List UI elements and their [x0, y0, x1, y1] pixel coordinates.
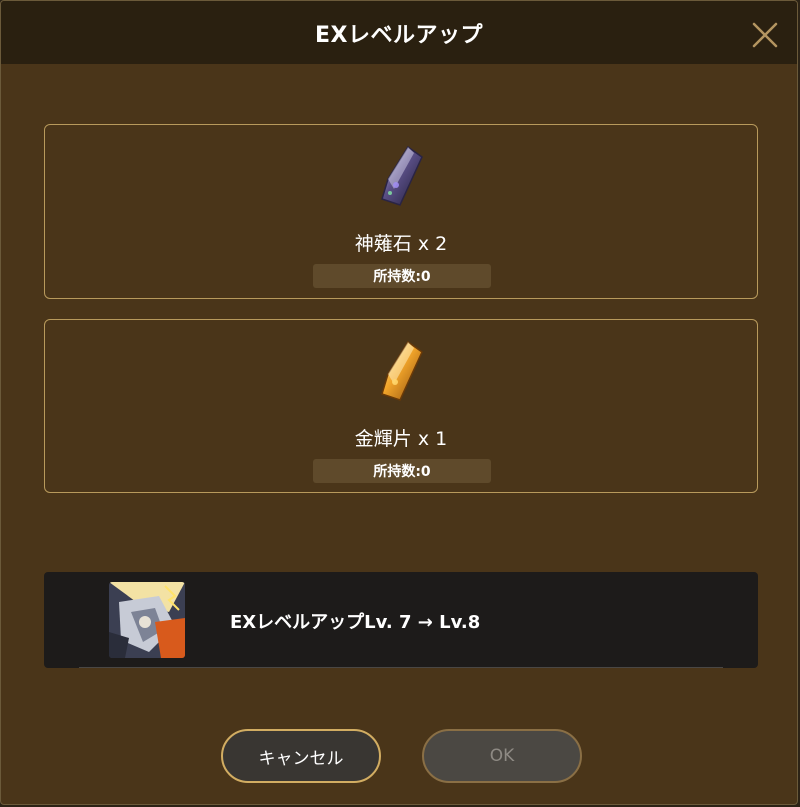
dark-crystal-icon: [381, 145, 423, 206]
gold-crystal-icon: [381, 340, 423, 401]
ok-button[interactable]: OK: [422, 729, 582, 783]
dialog-header: EXレベルアップ: [1, 1, 797, 64]
level-up-result-row: EXレベルアップLv. 7 → Lv.8: [44, 572, 758, 668]
character-avatar: [109, 582, 185, 658]
owned-count: 所持数:0: [313, 459, 491, 483]
material-card-gold-shard: 金輝片 x 1 所持数:0: [44, 319, 758, 493]
level-up-text: EXレベルアップLv. 7 → Lv.8: [230, 612, 481, 633]
divider: [79, 667, 723, 668]
dialog-title: EXレベルアップ: [315, 22, 483, 48]
owned-count: 所持数:0: [313, 264, 491, 288]
material-name: 神薙石 x 2: [354, 233, 448, 255]
ex-level-up-dialog: EXレベルアップ 神薙石 x 2 所持数:0 金輝片 x 1 所持数:0 EXレ…: [0, 0, 798, 805]
material-name: 金輝片 x 1: [354, 428, 448, 450]
cancel-button[interactable]: キャンセル: [221, 729, 381, 783]
close-icon[interactable]: [751, 21, 779, 49]
material-card-kannagi-stone: 神薙石 x 2 所持数:0: [44, 124, 758, 299]
